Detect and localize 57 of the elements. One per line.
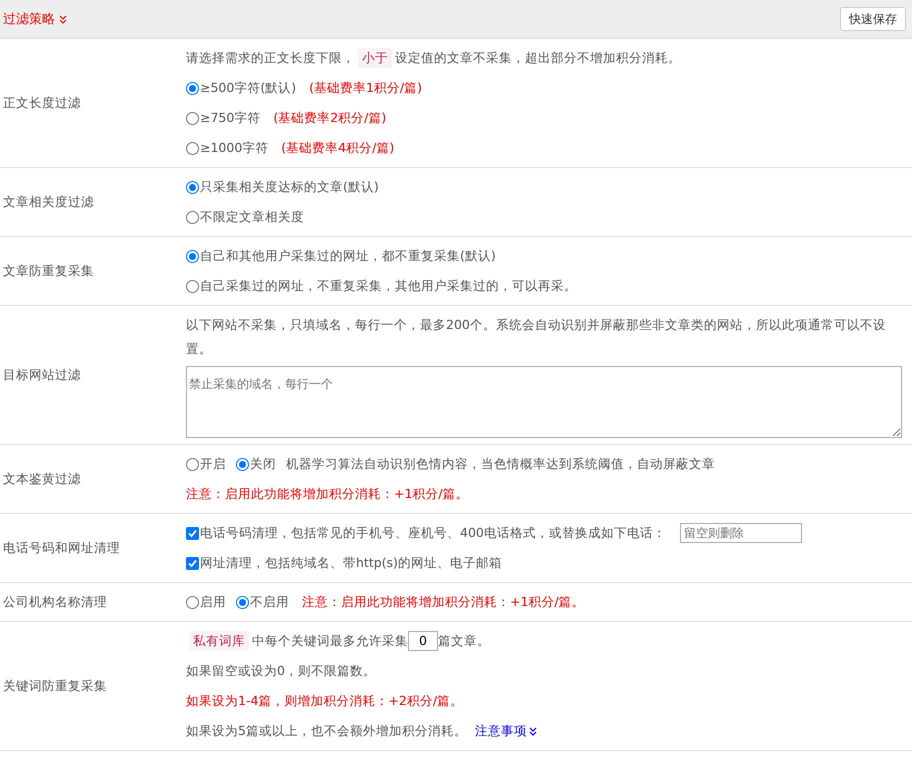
- radio-button[interactable]: [186, 250, 199, 262]
- radio-option[interactable]: ≥1000字符: [186, 133, 268, 163]
- setting-label: 文章防重复采集: [3, 262, 94, 280]
- radio-option[interactable]: 关闭: [236, 449, 276, 479]
- note-text: 注意：启用此功能将增加积分消耗：+1积分/篇。: [302, 593, 585, 611]
- checkbox[interactable]: [186, 526, 199, 540]
- radio-button[interactable]: [186, 180, 199, 194]
- double-chevron-icon: [59, 14, 67, 24]
- radio-button[interactable]: [186, 210, 199, 224]
- radio-option[interactable]: 不启用: [236, 587, 289, 617]
- radio-option[interactable]: 自己和其他用户采集过的网址，都不重复采集(默认): [186, 241, 496, 271]
- setting-label: 电话号码和网址清理: [3, 540, 120, 556]
- double-chevron-icon: [528, 726, 537, 736]
- description-text: 篇文章。: [438, 632, 490, 650]
- note-text: (基础费率1积分/篇): [309, 79, 422, 97]
- radio-option[interactable]: 只采集相关度达标的文章(默认): [186, 172, 379, 202]
- radio-option[interactable]: ≥750字符: [186, 103, 260, 133]
- count-input-field[interactable]: 0: [408, 631, 438, 651]
- setting-label: 关键词防重复采集: [3, 678, 107, 694]
- setting-label: 公司机构名称清理: [3, 594, 107, 610]
- radio-button[interactable]: [186, 82, 199, 94]
- note-text: 如果设为1-4篇，则增加积分消耗：+2积分/篇。: [186, 692, 464, 710]
- setting-label: 正文长度过滤: [3, 94, 81, 112]
- radio-button[interactable]: [186, 596, 199, 608]
- radio-button[interactable]: [186, 280, 199, 292]
- checkbox[interactable]: [186, 556, 199, 570]
- description-text: 如果留空或设为0，则不限篇数。: [186, 662, 376, 680]
- radio-option[interactable]: ≥500字符(默认): [186, 73, 296, 103]
- radio-option[interactable]: 开启: [186, 449, 226, 479]
- description-text: 请选择需求的正文长度下限，: [186, 49, 355, 67]
- description-text: 中每个关键词最多允许采集: [252, 632, 408, 650]
- note-text: (基础费率4积分/篇): [281, 139, 394, 157]
- radio-button[interactable]: [186, 142, 199, 154]
- setting-label: 文本鉴黄过滤: [3, 470, 81, 488]
- description-text: 以下网站不采集，只填域名，每行一个，最多200个。系统会自动识别并屏蔽那些非文章类的网站，所以此项通常可以不设置。: [186, 316, 887, 358]
- description-text: 如果设为5篇或以上，也不会额外增加积分消耗。: [186, 722, 467, 740]
- radio-option[interactable]: 不限定文章相关度: [186, 202, 304, 232]
- setting-label: 文章相关度过滤: [3, 194, 94, 210]
- radio-option[interactable]: 自己采集过的网址，不重复采集，其他用户采集过的，可以再采。: [186, 271, 577, 301]
- keyword-tag: 小于: [358, 48, 392, 68]
- description-text: 机器学习算法自动识别色情内容，当色情概率达到系统阈值，自动屏蔽文章: [286, 455, 715, 473]
- radio-button[interactable]: [186, 112, 199, 124]
- setting-label: 目标网站过滤: [3, 366, 81, 384]
- checkbox-option[interactable]: 电话号码清理，包括常见的手机号、座机号、400电话格式，或替换成如下电话：: [186, 518, 666, 548]
- radio-button[interactable]: [186, 458, 199, 470]
- note-text: 注意：启用此功能将增加积分消耗：+1积分/篇。: [186, 485, 469, 503]
- radio-option[interactable]: 启用: [186, 587, 226, 617]
- radio-button[interactable]: [236, 596, 249, 608]
- checkbox-option[interactable]: 网址清理，包括纯域名、带http(s)的网址、电子邮箱: [186, 548, 502, 578]
- quick-save-button[interactable]: 快速保存: [840, 7, 906, 31]
- domain-text-area[interactable]: 禁止采集的域名，每行一个: [186, 366, 902, 438]
- notes-link[interactable]: 注意事项: [474, 716, 537, 746]
- note-text: (基础费率2积分/篇): [273, 109, 386, 127]
- phone-input-field[interactable]: 留空则删除: [680, 523, 802, 543]
- description-text: 设定值的文章不采集，超出部分不增加积分消耗。: [395, 49, 681, 67]
- keyword-tag: 私有词库: [189, 631, 249, 651]
- radio-button[interactable]: [236, 458, 249, 470]
